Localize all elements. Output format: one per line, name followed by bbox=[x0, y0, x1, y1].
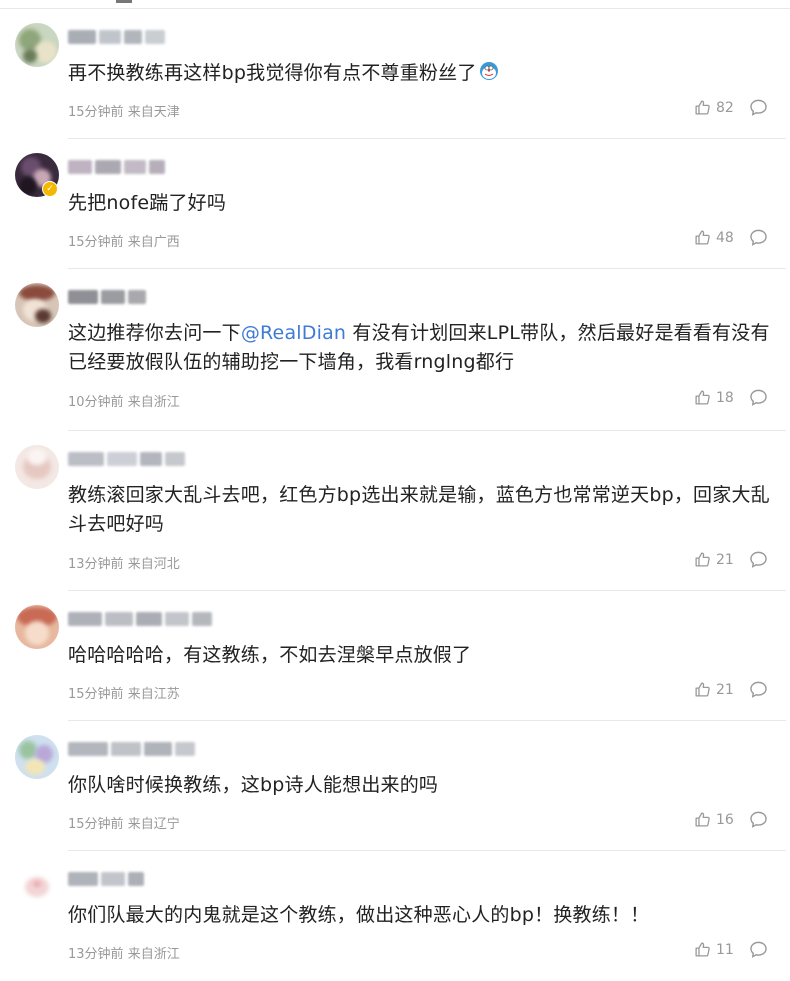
comment-text-body: 再不换教练再这样bp我觉得你有点不尊重粉丝了 bbox=[68, 62, 477, 84]
thumbs-up-icon bbox=[694, 99, 711, 116]
like-count: 16 bbox=[716, 811, 734, 828]
like-count: 21 bbox=[716, 551, 734, 568]
thumbs-up-icon bbox=[694, 681, 711, 698]
comment-meta: 13分钟前 来自河北 bbox=[68, 553, 180, 572]
comment-time: 13分钟前 bbox=[68, 947, 124, 962]
comment-text: 你们队最大的内鬼就是这个教练，做出这种恶心人的bp！换教练！！ bbox=[68, 901, 780, 930]
comment-location: 来自浙江 bbox=[127, 395, 180, 410]
username-blurred[interactable] bbox=[68, 289, 146, 305]
avatar[interactable] bbox=[15, 605, 59, 649]
comment-text: 教练滚回家大乱斗去吧，红色方bp选出来就是输，蓝色方也常常逆天bp，回家大乱斗去… bbox=[68, 481, 780, 539]
reply-button[interactable] bbox=[749, 228, 768, 251]
doraemon-emoji-icon bbox=[479, 61, 499, 90]
reply-button[interactable] bbox=[749, 810, 768, 833]
reply-button[interactable] bbox=[749, 98, 768, 121]
thumbs-up-icon bbox=[694, 551, 711, 568]
like-count: 11 bbox=[716, 941, 734, 958]
comment-meta: 15分钟前 来自江苏 bbox=[68, 683, 180, 702]
comment-text: 哈哈哈哈哈，有这教练，不如去涅槃早点放假了 bbox=[68, 641, 780, 670]
like-count: 21 bbox=[716, 681, 734, 698]
comment-meta: 15分钟前 来自辽宁 bbox=[68, 813, 180, 832]
comment-text: 先把nofe踹了好吗 bbox=[68, 189, 780, 218]
like-count: 82 bbox=[716, 99, 734, 116]
comment-time: 15分钟前 bbox=[68, 687, 124, 702]
comment-bubble-icon bbox=[749, 99, 768, 121]
like-button[interactable]: 82 bbox=[694, 99, 734, 116]
comment-time: 15分钟前 bbox=[68, 235, 124, 250]
avatar[interactable] bbox=[15, 735, 59, 779]
comment-text-before: 这边推荐你去问一下 bbox=[68, 322, 241, 344]
like-button[interactable]: 21 bbox=[694, 551, 734, 568]
comment-text-body: 你们队最大的内鬼就是这个教练，做出这种恶心人的bp！换教练！！ bbox=[68, 904, 650, 926]
comment-meta: 13分钟前 来自浙江 bbox=[68, 943, 180, 962]
thumbs-up-icon bbox=[694, 229, 711, 246]
comment-item: 你队啥时候换教练，这bp诗人能想出来的吗 15分钟前 来自辽宁 16 bbox=[0, 721, 790, 851]
comment-text: 再不换教练再这样bp我觉得你有点不尊重粉丝了 bbox=[68, 59, 780, 90]
comment-bubble-icon bbox=[749, 551, 768, 573]
like-button[interactable]: 18 bbox=[694, 389, 734, 406]
comment-bubble-icon bbox=[749, 941, 768, 963]
username-blurred[interactable] bbox=[68, 29, 165, 45]
comment-time: 13分钟前 bbox=[68, 557, 124, 572]
comment-location: 来自天津 bbox=[127, 105, 180, 120]
comment-item: 你们队最大的内鬼就是这个教练，做出这种恶心人的bp！换教练！！ 13分钟前 来自浙… bbox=[0, 851, 790, 981]
comment-text: 这边推荐你去问一下@RealDian 有没有计划回来LPL带队，然后最好是看看有… bbox=[68, 319, 780, 377]
comment-time: 10分钟前 bbox=[68, 395, 124, 410]
comment-bubble-icon bbox=[749, 681, 768, 703]
thumbs-up-icon bbox=[694, 941, 711, 958]
avatar[interactable] bbox=[15, 23, 59, 67]
active-tab-indicator bbox=[116, 0, 132, 3]
comment-text: 你队啥时候换教练，这bp诗人能想出来的吗 bbox=[68, 771, 780, 800]
verified-badge-icon: ✓ bbox=[42, 181, 58, 197]
comment-meta: 15分钟前 来自广西 bbox=[68, 231, 180, 250]
comment-text-body: 哈哈哈哈哈，有这教练，不如去涅槃早点放假了 bbox=[68, 644, 472, 666]
username-blurred[interactable] bbox=[68, 871, 144, 887]
avatar[interactable] bbox=[15, 445, 59, 489]
comment-list: 再不换教练再这样bp我觉得你有点不尊重粉丝了 15分钟前 来自天津 82 ✓ 先把nof… bbox=[0, 9, 790, 981]
like-count: 48 bbox=[716, 229, 734, 246]
reply-button[interactable] bbox=[749, 550, 768, 573]
comment-location: 来自广西 bbox=[127, 235, 180, 250]
comment-bubble-icon bbox=[749, 229, 768, 251]
thumbs-up-icon bbox=[694, 811, 711, 828]
comment-location: 来自河北 bbox=[127, 557, 180, 572]
username-blurred[interactable] bbox=[68, 159, 165, 175]
comment-location: 来自浙江 bbox=[127, 947, 180, 962]
comment-text-body: 你队啥时候换教练，这bp诗人能想出来的吗 bbox=[68, 774, 439, 796]
comment-item: 哈哈哈哈哈，有这教练，不如去涅槃早点放假了 15分钟前 来自江苏 21 bbox=[0, 591, 790, 721]
comment-meta: 15分钟前 来自天津 bbox=[68, 101, 180, 120]
comment-item: ✓ 先把nofe踹了好吗 15分钟前 来自广西 48 bbox=[0, 139, 790, 269]
like-button[interactable]: 48 bbox=[694, 229, 734, 246]
username-blurred[interactable] bbox=[68, 611, 212, 627]
avatar[interactable] bbox=[15, 865, 59, 909]
username-blurred[interactable] bbox=[68, 741, 195, 757]
comment-item: 教练滚回家大乱斗去吧，红色方bp选出来就是输，蓝色方也常常逆天bp，回家大乱斗去… bbox=[0, 431, 790, 591]
comment-bubble-icon bbox=[749, 811, 768, 833]
thumbs-up-icon bbox=[694, 389, 711, 406]
comment-meta: 10分钟前 来自浙江 bbox=[68, 391, 180, 410]
like-button[interactable]: 11 bbox=[694, 941, 734, 958]
reply-button[interactable] bbox=[749, 680, 768, 703]
like-button[interactable]: 21 bbox=[694, 681, 734, 698]
comment-time: 15分钟前 bbox=[68, 817, 124, 832]
comment-time: 15分钟前 bbox=[68, 105, 124, 120]
comment-text-body: 先把nofe踹了好吗 bbox=[68, 192, 227, 214]
username-blurred[interactable] bbox=[68, 451, 185, 467]
comment-bubble-icon bbox=[749, 389, 768, 411]
comment-location: 来自江苏 bbox=[127, 687, 180, 702]
avatar[interactable] bbox=[15, 283, 59, 327]
comment-item: 这边推荐你去问一下@RealDian 有没有计划回来LPL带队，然后最好是看看有… bbox=[0, 269, 790, 431]
comment-text-body: 教练滚回家大乱斗去吧，红色方bp选出来就是输，蓝色方也常常逆天bp，回家大乱斗去… bbox=[68, 484, 770, 535]
user-mention-link[interactable]: @RealDian bbox=[241, 322, 346, 344]
comment-item: 再不换教练再这样bp我觉得你有点不尊重粉丝了 15分钟前 来自天津 82 bbox=[0, 9, 790, 139]
reply-button[interactable] bbox=[749, 940, 768, 963]
like-button[interactable]: 16 bbox=[694, 811, 734, 828]
reply-button[interactable] bbox=[749, 388, 768, 411]
comment-location: 来自辽宁 bbox=[127, 817, 180, 832]
like-count: 18 bbox=[716, 389, 734, 406]
